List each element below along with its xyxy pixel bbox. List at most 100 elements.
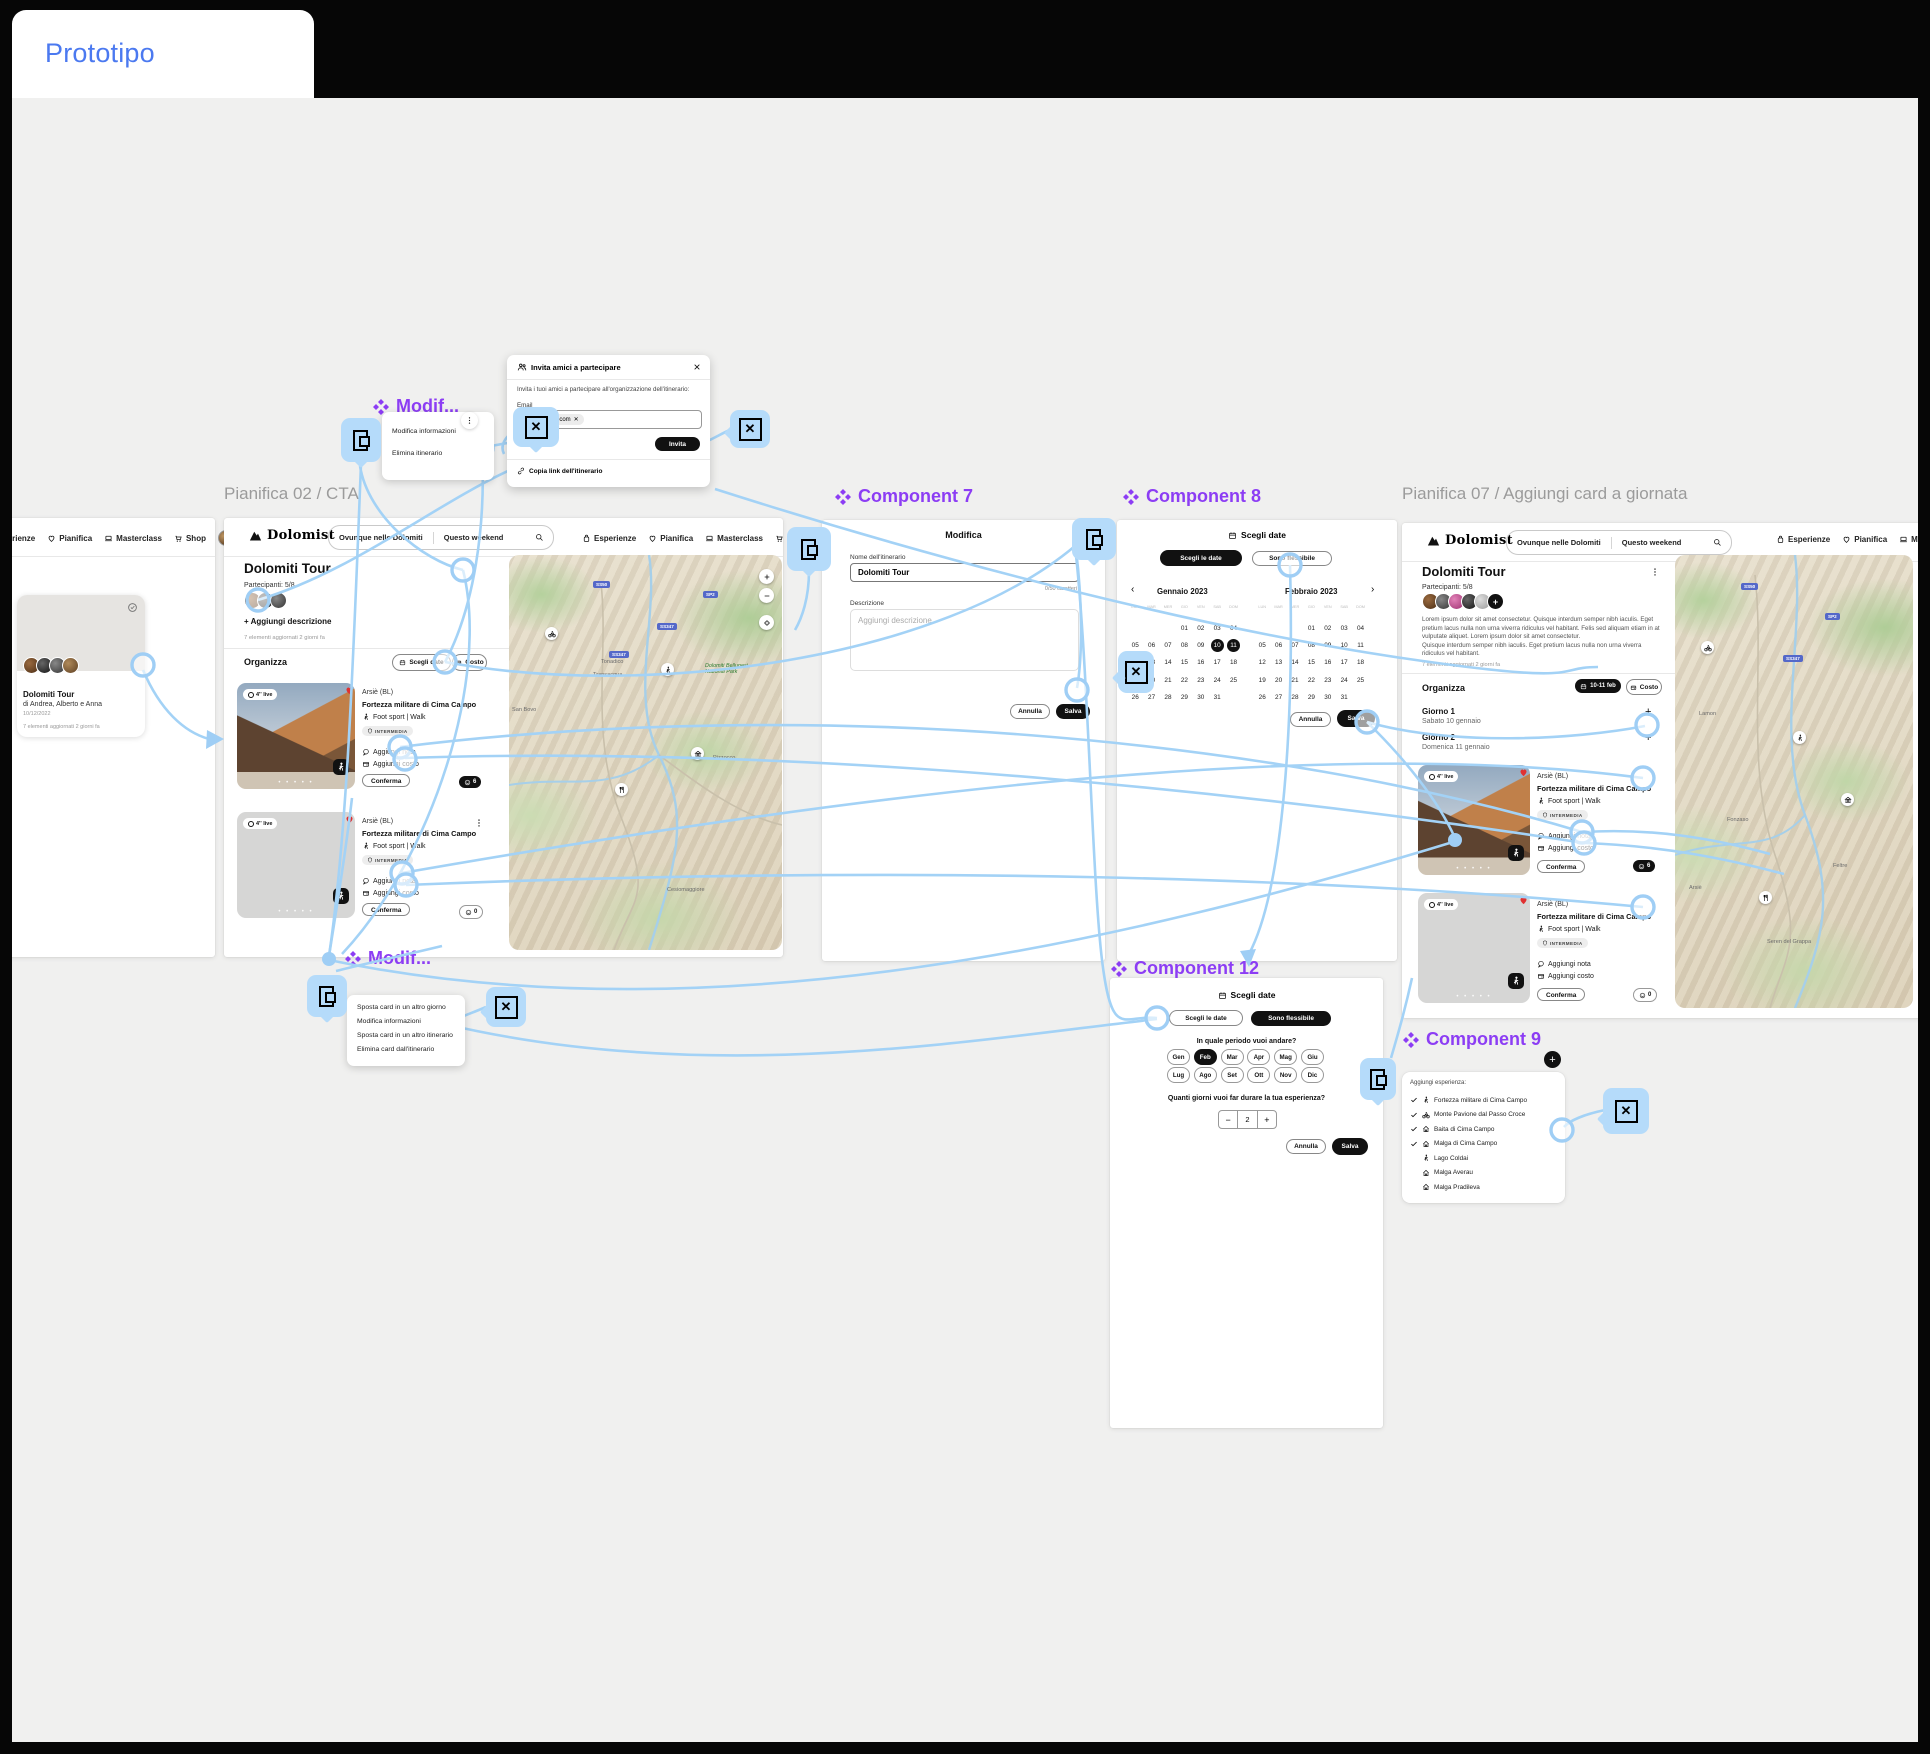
copy-node[interactable] xyxy=(1360,1058,1396,1100)
calendar-day[interactable]: 31 xyxy=(1336,689,1352,706)
nav-pianifica[interactable]: Pianifica xyxy=(47,534,92,543)
description-textarea[interactable]: Aggiungi descrizione xyxy=(850,609,1079,671)
add-cost-row[interactable]: Aggiungi costo xyxy=(1537,844,1662,852)
cancel-button[interactable]: Annulla xyxy=(1010,704,1050,719)
choose-dates-toggle[interactable]: Scegli le date xyxy=(1169,1010,1243,1026)
itinerary-card[interactable]: Dolomiti Tour di Andrea, Alberto e Anna … xyxy=(17,595,145,737)
delete-node[interactable]: ✕ xyxy=(513,407,559,447)
menu-item[interactable]: Modifica informazioni xyxy=(347,1014,465,1028)
calendar-day[interactable]: 25 xyxy=(1225,672,1241,689)
reactions-pill[interactable]: 0 xyxy=(459,905,483,919)
calendar-day[interactable]: 15 xyxy=(1303,654,1319,671)
calendar-day[interactable]: 14 xyxy=(1160,654,1176,671)
calendar-day[interactable]: 23 xyxy=(1320,672,1336,689)
ar-walk-button[interactable] xyxy=(1508,973,1524,989)
nav-esperienze[interactable]: Esperienze xyxy=(12,534,35,543)
calendar-day[interactable]: 05 xyxy=(1254,637,1270,654)
ar-walk-button[interactable] xyxy=(1508,845,1524,861)
delete-node[interactable]: ✕ xyxy=(730,410,770,448)
nav-pianifica[interactable]: Pianifica xyxy=(1842,535,1887,544)
cost-button[interactable]: Costo xyxy=(452,654,487,671)
calendar-day[interactable]: 07 xyxy=(1287,637,1303,654)
zoom-in-button[interactable] xyxy=(759,569,774,584)
month-chip-feb[interactable]: Feb xyxy=(1194,1049,1217,1065)
cost-button[interactable]: Costo xyxy=(1626,679,1662,695)
calendar-day[interactable]: 18 xyxy=(1225,654,1241,671)
frame-title-pianifica02[interactable]: Pianifica 02 / CTA xyxy=(224,484,359,504)
month-chip-ott[interactable]: Ott xyxy=(1247,1067,1270,1083)
add-cost-row[interactable]: Aggiungi costo xyxy=(362,889,484,897)
stepper-plus[interactable]: + xyxy=(1257,1111,1276,1128)
hike-marker[interactable] xyxy=(661,663,674,676)
nav-masterclass[interactable]: Masterclass xyxy=(104,534,162,543)
prototype-tab[interactable]: Prototipo xyxy=(12,10,314,98)
stepper-minus[interactable]: − xyxy=(1219,1111,1238,1128)
calendar-day[interactable]: 13 xyxy=(1270,654,1286,671)
calendar-day[interactable]: 10 xyxy=(1209,637,1225,654)
cancel-button[interactable]: Annulla xyxy=(1290,712,1331,727)
calendar-day[interactable]: 29 xyxy=(1176,689,1192,706)
participants-avatars[interactable]: + xyxy=(1422,593,1504,610)
hike-marker[interactable] xyxy=(1793,731,1806,744)
reactions-pill[interactable]: 0 xyxy=(1633,988,1657,1002)
confirm-button[interactable]: Conferma xyxy=(1537,860,1585,873)
calendar-day[interactable]: 12 xyxy=(1254,654,1270,671)
calendar-day[interactable]: 08 xyxy=(1176,637,1192,654)
calendar-day[interactable]: 08 xyxy=(1303,637,1319,654)
search-location[interactable]: Ovunque nelle Dolomiti xyxy=(329,533,433,542)
frame-title-component8[interactable]: Component 8 xyxy=(1123,486,1261,507)
brand-logo[interactable]: Dolomist xyxy=(248,528,335,543)
copy-node[interactable] xyxy=(341,418,381,462)
search-location[interactable]: Ovunque nelle Dolomiti xyxy=(1507,538,1611,547)
calendar-day[interactable]: 16 xyxy=(1320,654,1336,671)
calendar-day[interactable]: 28 xyxy=(1160,689,1176,706)
calendar-day[interactable]: 19 xyxy=(1254,672,1270,689)
flexible-toggle[interactable]: Sono flessibile xyxy=(1251,1011,1331,1026)
frame-title-pianifica07[interactable]: Pianifica 07 / Aggiungi card a giornata xyxy=(1402,484,1687,504)
ar-walk-button[interactable] xyxy=(333,759,349,775)
favorite-heart-icon[interactable] xyxy=(1518,767,1529,778)
calendar-day[interactable]: 03 xyxy=(1209,619,1225,636)
delete-node[interactable]: ✕ xyxy=(486,987,526,1027)
frame-title-modif2[interactable]: Modif... xyxy=(345,948,431,969)
search-icon[interactable] xyxy=(535,533,544,542)
experience-list-item[interactable]: Baita di Cima Campo xyxy=(1410,1125,1494,1133)
frame-title-component9[interactable]: Component 9 xyxy=(1403,1029,1541,1050)
experience-list-item[interactable]: Lago Coldai xyxy=(1410,1154,1468,1162)
calendar-day[interactable]: 30 xyxy=(1320,689,1336,706)
menu-item[interactable]: Sposta card in un altro itinerario xyxy=(347,1028,465,1042)
calendar-day[interactable]: 17 xyxy=(1209,654,1225,671)
bike-marker[interactable] xyxy=(1701,641,1714,654)
next-month-arrow[interactable]: › xyxy=(1371,584,1374,595)
reactions-pill[interactable]: 6 xyxy=(1633,860,1655,872)
prev-month-arrow[interactable]: ‹ xyxy=(1131,584,1134,595)
add-description-link[interactable]: + Aggiungi descrizione xyxy=(244,617,332,626)
calendar-day[interactable]: 23 xyxy=(1193,672,1209,689)
menu-item[interactable]: Elimina card dall'itinerario xyxy=(347,1042,465,1056)
menu-item[interactable]: Elimina itinerario xyxy=(382,442,494,464)
month-chip-nov[interactable]: Nov xyxy=(1274,1067,1297,1083)
calendar-day[interactable]: 07 xyxy=(1160,637,1176,654)
figma-canvas[interactable]: Pianifica 02 / CTA Pianifica 07 / Aggiun… xyxy=(12,98,1918,1742)
nav-masterclass[interactable]: Masterclass xyxy=(1899,535,1918,544)
nav-esperienze[interactable]: Esperienze xyxy=(582,534,636,543)
ar-walk-button[interactable] xyxy=(333,888,349,904)
chip-remove-icon[interactable]: ✕ xyxy=(574,416,579,423)
copy-link-row[interactable]: Copia link dell'itinerario xyxy=(517,467,602,475)
month-chip-dic[interactable]: Dic xyxy=(1301,1067,1324,1083)
experience-card[interactable]: 4'' live • • • • • Arsiè (BL) Fortezza m… xyxy=(232,681,484,792)
calendar-day[interactable]: 01 xyxy=(1176,619,1192,636)
search-bar[interactable]: Ovunque nelle Dolomiti Questo weekend xyxy=(1506,530,1732,555)
confirm-button[interactable]: Conferma xyxy=(362,903,410,916)
calendar-day[interactable]: 04 xyxy=(1352,619,1368,636)
calendar-day[interactable]: 09 xyxy=(1193,637,1209,654)
copy-node[interactable] xyxy=(307,975,347,1017)
calendar-day[interactable]: 17 xyxy=(1336,654,1352,671)
more-options-button[interactable] xyxy=(461,412,478,429)
add-note-row[interactable]: Aggiungi nota xyxy=(362,877,484,885)
itinerary-menu-icon[interactable] xyxy=(1650,567,1660,577)
add-participant-button[interactable]: + xyxy=(1487,593,1504,610)
calendar-day[interactable]: 29 xyxy=(1303,689,1319,706)
calendar-day[interactable]: 15 xyxy=(1176,654,1192,671)
close-icon[interactable] xyxy=(693,363,701,371)
